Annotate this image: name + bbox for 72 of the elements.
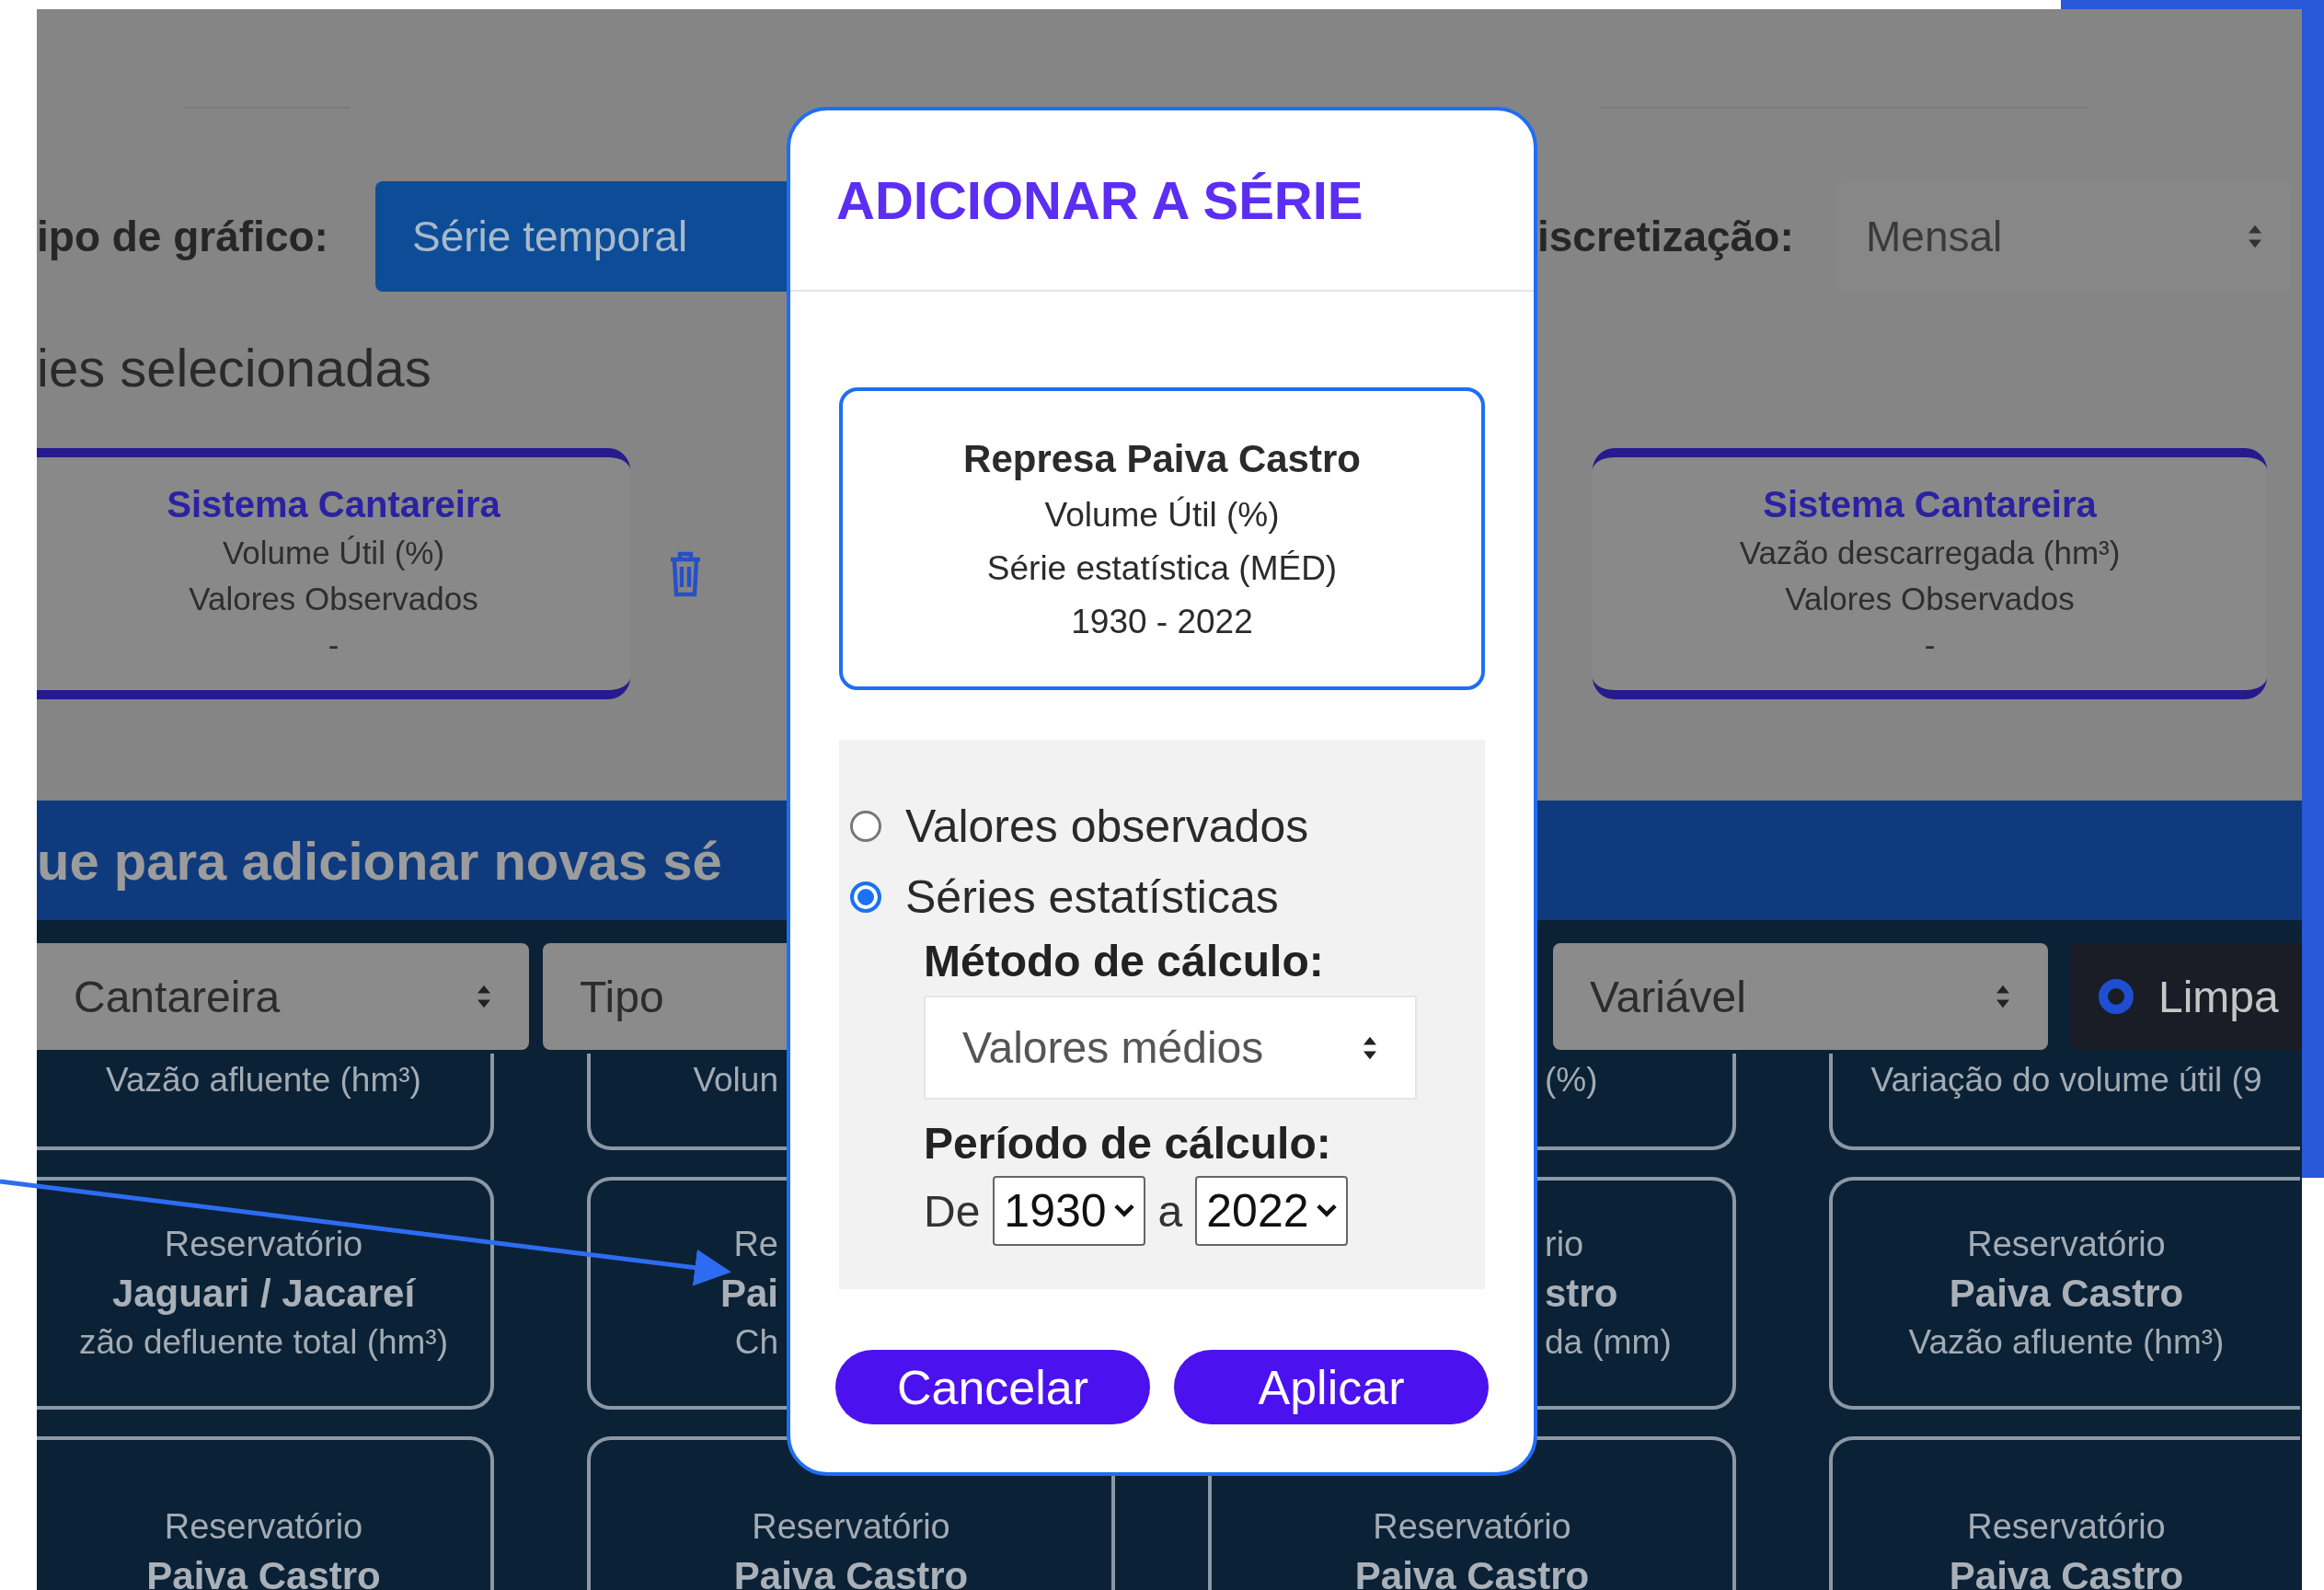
series-type: Valores Observados <box>189 581 478 617</box>
option-variable: Vazão afluente (hm³) <box>1908 1323 2225 1362</box>
chevron-down-icon <box>1316 1204 1337 1218</box>
series-option-card[interactable]: Vazão afluente (hm³) <box>37 1054 494 1150</box>
series-title: Sistema Cantareira <box>167 484 500 525</box>
summary-variable: Volume Útil (%) <box>1044 495 1280 535</box>
option-name: Paiva Castro <box>1949 1272 2184 1316</box>
series-variable: Vazão descarregada (hm³) <box>1739 535 2121 571</box>
series-option-card[interactable]: Reservatório Paiva Castro <box>37 1436 494 1590</box>
up-down-arrows-icon <box>2247 224 2263 249</box>
series-option-card[interactable]: Reservatório Paiva Castro Vazão afluente (hm³) <box>1829 1177 2300 1410</box>
dialog-button[interactable]: Cancelar <box>835 1350 1150 1424</box>
up-down-arrows-icon <box>1362 1034 1378 1061</box>
summary-name: Represa Paiva Castro <box>963 436 1361 481</box>
filter-select[interactable]: Variável <box>1553 943 2048 1050</box>
radio-label: Valores observados <box>905 799 1309 853</box>
series-title: Sistema Cantareira <box>1763 484 2097 525</box>
option-variable: (%) <box>1545 1061 1598 1100</box>
dialog-title: ADICIONAR A SÉRIE <box>836 169 1363 231</box>
option-category: Re <box>733 1225 778 1264</box>
option-category: Reservatório <box>752 1507 950 1547</box>
from-label: De <box>924 1185 981 1237</box>
series-option-card[interactable]: Variação do volume útil (9 <box>1829 1054 2300 1150</box>
option-name: Paiva Castro <box>1354 1554 1590 1590</box>
option-name: Paiva Castro <box>1949 1554 2184 1590</box>
year-select[interactable]: 2022 <box>1195 1176 1348 1246</box>
period-label: Período de cálculo: <box>924 1118 1331 1169</box>
option-variable: da (mm) <box>1545 1323 1672 1362</box>
summary-series: Série estatística (MÉD) <box>986 548 1338 588</box>
ring-icon <box>2098 978 2134 1015</box>
method-label: Método de cálculo: <box>924 936 1324 986</box>
option-name: stro <box>1545 1272 1618 1316</box>
dialog-button[interactable]: Aplicar <box>1174 1350 1489 1424</box>
radio-label: Séries estatísticas <box>905 870 1279 924</box>
option-category: Reservatório <box>1967 1507 2166 1547</box>
chart-type-label: ipo de gráfico: <box>37 212 329 261</box>
option-category: Reservatório <box>1967 1225 2166 1264</box>
option-name: Pai <box>719 1272 778 1316</box>
option-variable: Volun <box>693 1061 778 1100</box>
option-category: rio <box>1545 1225 1584 1264</box>
option-name: Paiva Castro <box>146 1554 381 1590</box>
option-variable: Vazão afluente (hm³) <box>106 1061 421 1100</box>
filter-select[interactable]: Cantareira <box>37 943 529 1050</box>
chart-type-button[interactable]: Série temporal <box>375 181 787 292</box>
option-name: Jaguari / Jacareí <box>111 1272 416 1316</box>
filter-select[interactable]: Tipo <box>543 943 787 1050</box>
method-select[interactable]: Valores médios <box>924 996 1417 1100</box>
up-down-arrows-icon <box>1995 984 2011 1009</box>
series-period: - <box>1924 627 1936 663</box>
option-variable: zão defluente total (hm³) <box>78 1323 448 1362</box>
option-variable: Variação do volume útil (9 <box>1870 1061 2262 1100</box>
option-variable: Ch <box>734 1323 778 1362</box>
series-variable: Volume Útil (%) <box>222 535 445 571</box>
to-label: a <box>1157 1185 1183 1237</box>
chevron-down-icon <box>1113 1204 1134 1218</box>
up-down-arrows-icon <box>476 984 492 1009</box>
option-category: Reservatório <box>164 1225 363 1264</box>
year-select[interactable]: 1930 <box>993 1176 1145 1246</box>
series-type: Valores Observados <box>1785 581 2075 617</box>
radio-button[interactable] <box>850 810 881 842</box>
summary-period: 1930 - 2022 <box>1071 602 1253 641</box>
option-category: Reservatório <box>1373 1507 1571 1547</box>
radio-button[interactable] <box>850 881 881 913</box>
banner-text: ue para adicionar novas sé <box>37 829 722 892</box>
option-category: Reservatório <box>164 1507 363 1547</box>
series-period: - <box>328 627 339 663</box>
clear-button[interactable]: Limpa <box>2070 943 2302 1050</box>
option-name: Paiva Castro <box>733 1554 969 1590</box>
series-option-card[interactable]: Reservatório Jaguari / Jacareí zão defluente total (hm³) <box>37 1177 494 1410</box>
discretization-label: iscretização: <box>1537 212 1795 261</box>
series-option-card[interactable]: Reservatório Paiva Castro <box>1829 1436 2300 1590</box>
section-heading: ies selecionadas <box>37 337 432 399</box>
